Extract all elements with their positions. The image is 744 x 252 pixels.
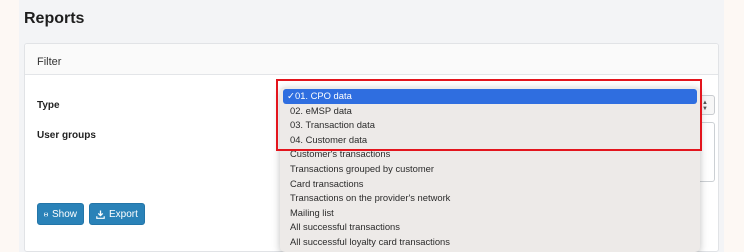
screen: Reports Filter Type ▲▼ User groups Show [0,0,744,252]
dropdown-option-cpo-data[interactable]: ✓01. CPO data [283,89,697,104]
dropdown-option-provider-network-transactions[interactable]: Transactions on the provider's network [283,191,697,206]
dropdown-option-successful-loyalty-transactions[interactable]: All successful loyalty card transactions [283,235,697,250]
page-title: Reports [24,10,85,27]
right-margin [724,0,744,252]
checkmark-icon: ✓ [287,90,295,101]
save-icon [44,212,48,216]
dropdown-option-customers-transactions[interactable]: Customer's transactions [283,147,697,162]
user-groups-label: User groups [37,130,96,141]
dropdown-option-transactions-by-customer[interactable]: Transactions grouped by customer [283,162,697,177]
export-button-label: Export [109,208,138,220]
left-margin [0,0,19,252]
dropdown-option-mailing-list[interactable]: Mailing list [283,206,697,221]
filter-card-header: Filter [25,44,718,75]
show-button-label: Show [51,208,77,220]
dropdown-option-emsp-data[interactable]: 02. eMSP data [283,104,697,119]
show-button[interactable]: Show [37,203,84,225]
type-label: Type [37,100,60,111]
dropdown-option-successful-transactions[interactable]: All successful transactions [283,220,697,235]
type-dropdown-menu: ✓01. CPO data 02. eMSP data 03. Transact… [280,87,700,252]
dropdown-option-transaction-data[interactable]: 03. Transaction data [283,118,697,133]
export-button[interactable]: Export [89,203,145,225]
download-icon [96,210,105,219]
dropdown-option-customer-data[interactable]: 04. Customer data [283,133,697,148]
dropdown-option-card-transactions[interactable]: Card transactions [283,177,697,192]
select-arrows-icon: ▲ ▼ [702,100,708,112]
